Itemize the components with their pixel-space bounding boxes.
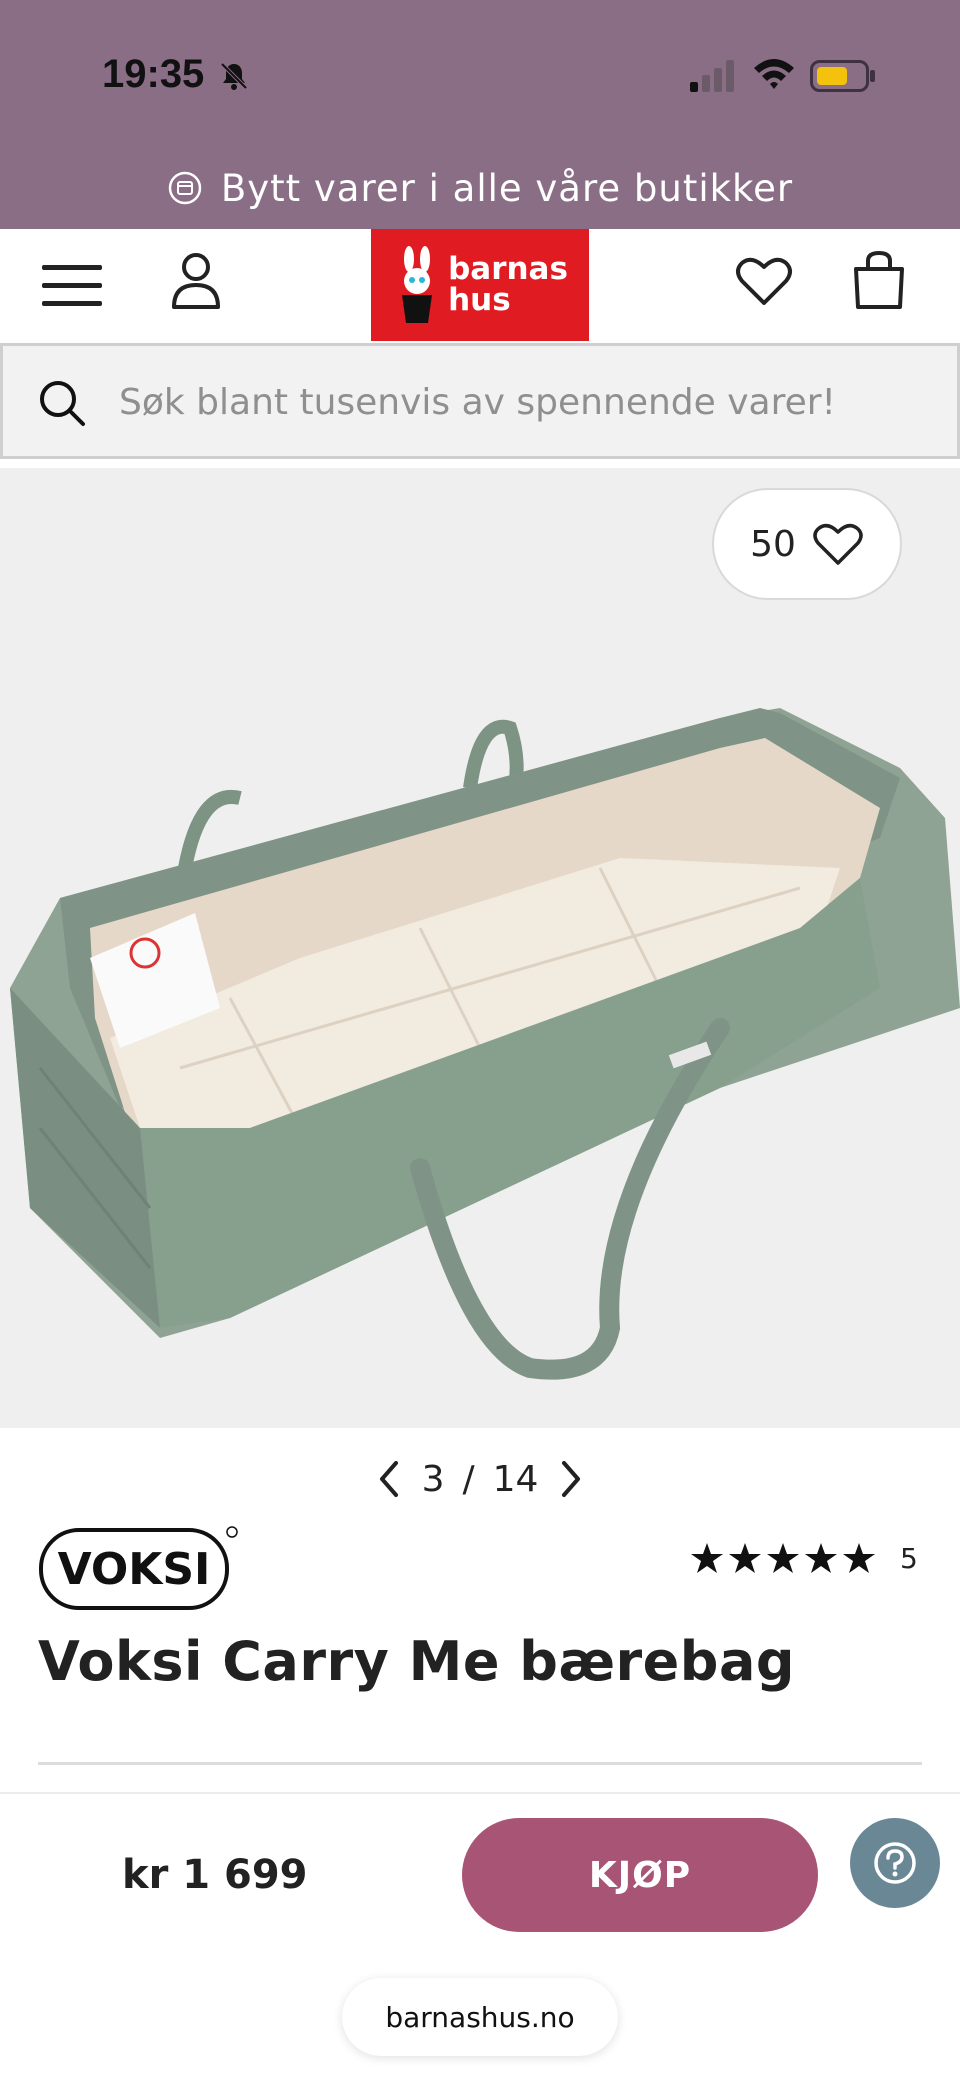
search-bar[interactable]: [0, 343, 960, 459]
favorite-count: 50: [750, 523, 796, 565]
chevron-left-icon[interactable]: [374, 1459, 404, 1499]
help-button[interactable]: [850, 1818, 940, 1908]
favorite-button[interactable]: 50: [712, 488, 902, 600]
star-icon: [691, 1543, 723, 1573]
star-icon: [843, 1543, 875, 1573]
promo-text: Bytt varer i alle våre butikker: [220, 166, 794, 210]
heart-outline-icon: [813, 523, 863, 565]
product-rating[interactable]: 5: [690, 1536, 918, 1580]
logo-text-line1: barnas: [448, 251, 568, 287]
signal-icon: [690, 60, 734, 92]
menu-icon[interactable]: [40, 259, 104, 311]
exchange-icon: [168, 171, 202, 205]
browser-url[interactable]: barnashus.no: [342, 1978, 618, 2056]
product-image: [10, 708, 960, 1380]
product-gallery[interactable]: 50: [0, 468, 960, 1428]
pager-separator: /: [462, 1458, 475, 1500]
pager-current: 3: [421, 1458, 445, 1500]
divider: [38, 1762, 922, 1765]
shopping-bag-icon[interactable]: [852, 249, 906, 311]
top-band: 19:35 Bytt varer i alle våre butikker: [0, 0, 960, 229]
gallery-pager: 3 / 14: [0, 1446, 960, 1512]
question-icon: [874, 1842, 916, 1884]
pager-total: 14: [492, 1458, 539, 1500]
search-icon: [40, 381, 85, 426]
promo-banner[interactable]: Bytt varer i alle våre butikker: [0, 160, 960, 216]
chevron-right-icon[interactable]: [556, 1459, 586, 1499]
product-title: Voksi Carry Me bærebag: [38, 1630, 796, 1693]
wifi-icon: [754, 59, 794, 89]
star-icon: [767, 1543, 799, 1573]
battery-icon: [810, 60, 875, 92]
rabbit-logo-icon: [402, 246, 433, 323]
bell-off-icon: [220, 62, 248, 90]
buy-bar: kr 1 699 KJØP barnashus.no: [0, 1792, 960, 2087]
brand-logo[interactable]: VOKSI: [38, 1524, 240, 1612]
star-icon: [805, 1543, 837, 1573]
site-header: barnas hus: [0, 229, 960, 341]
buy-button[interactable]: KJØP: [462, 1818, 818, 1932]
heart-icon[interactable]: [734, 251, 794, 311]
logo-text-line2: hus: [448, 282, 511, 318]
user-icon[interactable]: [168, 251, 224, 311]
barnashus-logo[interactable]: barnas hus: [371, 229, 589, 341]
search-input[interactable]: [119, 372, 919, 432]
product-price: kr 1 699: [122, 1852, 308, 1898]
status-time: 19:35: [102, 52, 205, 96]
brand-name: VOKSI: [58, 1544, 211, 1595]
rating-count: 5: [900, 1541, 918, 1575]
star-icon: [729, 1543, 761, 1573]
